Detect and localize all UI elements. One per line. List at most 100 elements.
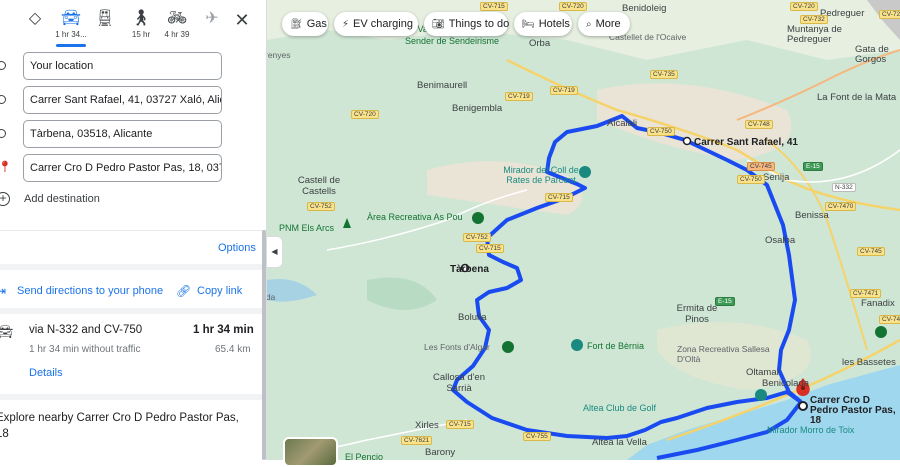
map-label-sender[interactable]: Sender de Sendeirisme (405, 36, 499, 46)
road-badge: CV-750 (647, 127, 675, 136)
chip-ev-charging[interactable]: ⚡︎ EV charging (334, 12, 418, 36)
stop-dot-icon (0, 95, 6, 104)
waypoint-destination: 📍︎ Carrer Cro D Pedro Pastor Pas, 18, 03… (0, 154, 266, 182)
map-label-pedro-pastor[interactable]: Carrer Cro D Pedro Pastor Pas, 18 (810, 396, 900, 426)
road-badge: CV-715 (476, 244, 504, 253)
route-duration: 1 hr 34 min (193, 324, 254, 336)
road-badge: CV-725 (879, 10, 900, 19)
chevron-left-icon: ◀ (271, 247, 278, 256)
gas-icon: ⛽︎ (290, 19, 303, 30)
stop-1-input[interactable]: Carrer Sant Rafael, 41, 03727 Xaló, Alic… (23, 86, 222, 114)
route-distance: 65.4 km (215, 344, 251, 355)
copy-link-button[interactable]: Copy link (197, 285, 242, 297)
road-badge: CV-715 (446, 420, 474, 429)
map-label-callosa[interactable]: Callosa d'en Sarrià (429, 372, 489, 394)
map-label-senija[interactable]: Senija (763, 172, 789, 183)
close-directions-button[interactable]: ✕ (232, 10, 252, 30)
panel-scrollbar[interactable] (262, 230, 266, 460)
map-label-pnm[interactable]: PNM Els Arcs (279, 223, 334, 233)
destination-input[interactable]: Carrer Cro D Pedro Pastor Pas, 18, 03710… (23, 154, 222, 182)
options-link[interactable]: Options (218, 242, 256, 254)
collapse-panel-button[interactable]: ◀ (267, 236, 283, 268)
map-canvas[interactable]: La Vall de Laguar Sender de Sendeirisme … (267, 0, 900, 460)
park-poi-icon (472, 212, 484, 224)
map-label-la-font[interactable]: La Font de la Mata (817, 92, 896, 103)
active-mode-indicator (56, 44, 86, 47)
map-label-alcalali[interactable]: Alcalali (607, 118, 637, 129)
map-label-sant-rafael[interactable]: Carrer Sant Rafael, 41 (694, 137, 798, 148)
map-label-les-fonts[interactable]: Les Fonts d'Algar (424, 342, 490, 352)
map-label-altea-golf[interactable]: Altea Club de Golf (583, 403, 656, 413)
close-icon: ✕ (234, 10, 250, 30)
map-label-benicolada[interactable]: Benicolada (762, 378, 809, 389)
map-label-fanadix[interactable]: Fanadix (861, 298, 895, 309)
divider (0, 230, 266, 231)
map-label-el-pencio[interactable]: El Pencio (345, 452, 383, 460)
map-label-xirles[interactable]: Xirles (415, 420, 439, 431)
map-label-rda[interactable]: rda (267, 292, 275, 302)
road-badge: CV-752 (307, 202, 335, 211)
destination-marker (798, 401, 808, 411)
route-details-link[interactable]: Details (29, 367, 63, 379)
mode-transit[interactable]: 🚆︎ (87, 8, 123, 42)
camera-poi-icon (571, 339, 583, 351)
camera-icon: 📷︎ (432, 19, 445, 30)
map-label-bolulla[interactable]: Bolulla (458, 312, 487, 323)
search-icon: ⌕ (586, 19, 592, 30)
road-badge: CV-745 (747, 162, 775, 171)
road-badge: E-15 (803, 162, 823, 171)
stop-2-input[interactable]: Tàrbena, 03518, Alicante (23, 120, 222, 148)
add-destination-button[interactable]: + Add destination (0, 192, 100, 212)
map-label-fort-bernia[interactable]: Fort de Bèrnia (587, 341, 644, 351)
send-directions-link[interactable]: Send directions to your phone (17, 285, 163, 297)
map-label-benidoleig[interactable]: Benidoleig (622, 3, 666, 14)
map-label-renyes[interactable]: renyes (267, 50, 291, 60)
map-label-altea-vella[interactable]: Altea la Vella (592, 437, 647, 448)
map-label-barony[interactable]: Barony (425, 447, 455, 458)
origin-input[interactable]: Your location (23, 52, 222, 80)
map-label-castell-castells[interactable]: Castell de Castells (289, 175, 349, 197)
stop-dot-icon (0, 129, 6, 138)
road-badge: CV-715 (480, 2, 508, 11)
map-graphics (267, 0, 900, 460)
road-badge: CV-7471 (850, 289, 882, 298)
road-badge: CV-719 (550, 86, 578, 95)
mode-cycling[interactable]: 🚲︎ 4 hr 39 (159, 8, 195, 42)
terrain-area (367, 277, 437, 310)
travel-modes: ◇ 🚘︎ 1 hr 34... 🚆︎ 🚶︎ 15 hr 🚲︎ 4 hr 39 ✈… (0, 8, 266, 47)
map-label-area-recreativa[interactable]: Àrea Recreativa As Pou (367, 212, 463, 222)
map-label-gata[interactable]: Gata de Gorgos (855, 45, 900, 65)
layers-toggle-button[interactable] (283, 437, 338, 467)
section-divider (0, 308, 266, 314)
waypoint-stop-2: Tàrbena, 03518, Alicante (0, 120, 266, 148)
chip-gas[interactable]: ⛽︎ Gas (282, 12, 328, 36)
chip-more[interactable]: ⌕ More (578, 12, 630, 36)
mode-driving[interactable]: 🚘︎ 1 hr 34... (53, 8, 89, 42)
map-label-osalba[interactable]: Osalba (765, 235, 795, 246)
map-label-mirador-toix[interactable]: Mirador Morro de Toix (767, 425, 854, 435)
map-label-benigembla[interactable]: Benigembla (452, 103, 502, 114)
park-poi-icon (343, 218, 351, 228)
mode-best[interactable]: ◇ (17, 8, 53, 42)
route-option[interactable]: 🚘︎ via N-332 and CV-750 1 hr 34 min 1 hr… (0, 320, 266, 390)
chip-hotels[interactable]: 🛏︎ Hotels (514, 12, 572, 36)
directions-icon: ◇ (28, 10, 42, 27)
map-label-oltamar[interactable]: Oltamar (746, 367, 780, 378)
map-label-mirador[interactable]: Mirador del Coll de Rates de Parcent (491, 165, 591, 185)
car-icon: 🚘︎ (60, 10, 82, 27)
map-label-ermita[interactable]: Ermita de Pinos (672, 303, 722, 325)
map-label-orba[interactable]: Orba (529, 38, 550, 49)
map-label-zona-recreativa[interactable]: Zona Recreativa Sallesa D'Oltà (677, 344, 787, 364)
map-label-benimaurell[interactable]: Benimaurell (417, 80, 467, 91)
map-label-les-bassetes[interactable]: les Bassetes (842, 357, 896, 368)
waypoint-stop-1: Carrer Sant Rafael, 41, 03727 Xaló, Alic… (0, 86, 266, 114)
origin-dot-icon (0, 61, 6, 70)
chip-things-to-do[interactable]: 📷︎ Things to do (424, 12, 509, 36)
mode-flights[interactable]: ✈︎ (194, 8, 230, 42)
map-label-tarbena[interactable]: Tàrbena (450, 264, 489, 275)
mode-walking[interactable]: 🚶︎ 15 hr (123, 8, 159, 42)
map-label-benissa[interactable]: Benissa (795, 210, 829, 221)
map-label-muntanya[interactable]: Muntanya de Pedreguer (787, 25, 862, 45)
park-poi-icon (875, 326, 887, 338)
park-poi-icon (502, 341, 514, 353)
